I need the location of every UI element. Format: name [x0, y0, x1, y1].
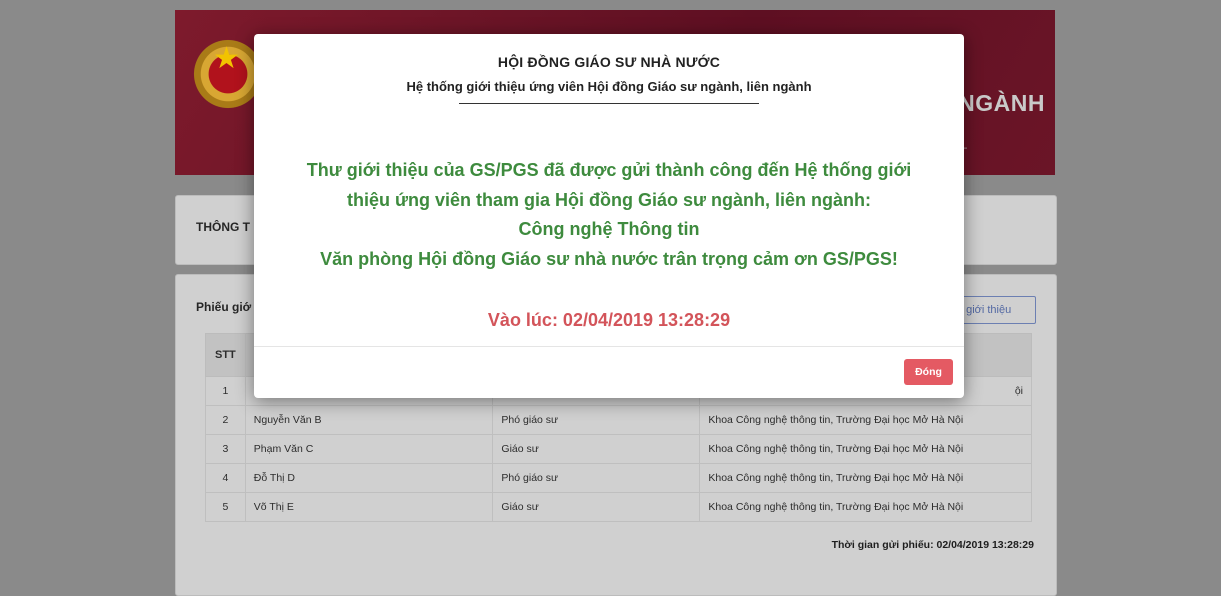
table-row: 5 Võ Thị E Giáo sư Khoa Công nghệ thông …: [205, 492, 1032, 522]
modal-success-message: Thư giới thiệu của GS/PGS đã được gửi th…: [254, 156, 964, 274]
cell-org: Khoa Công nghệ thông tin, Trường Đại học…: [699, 434, 1032, 464]
table-row: 3 Phạm Văn C Giáo sư Khoa Công nghệ thôn…: [205, 434, 1032, 464]
cell-stt: 2: [205, 405, 246, 435]
info-card-label: THÔNG T: [196, 220, 250, 234]
modal-time: Vào lúc: 02/04/2019 13:28:29: [487, 310, 731, 330]
modal-footer-divider: [254, 346, 964, 347]
modal-title-underline: [459, 103, 759, 104]
cell-stt: 3: [205, 434, 246, 464]
cell-title: Giáo sư: [492, 434, 701, 464]
table-row: 2 Nguyễn Văn B Phó giáo sư Khoa Công ngh…: [205, 405, 1032, 435]
message-line: Văn phòng Hội đồng Giáo sư nhà nước trân…: [320, 248, 898, 269]
close-button[interactable]: Đóng: [904, 359, 953, 385]
success-modal: HỘI ĐỒNG GIÁO SƯ NHÀ NƯỚC Hệ thống giới …: [254, 34, 964, 398]
cell-name: Phạm Văn C: [244, 434, 494, 464]
page: ★ NGÀNH — THÔNG T Phiếu giớ ếu giới thiệ…: [0, 0, 1221, 596]
star-icon: ★: [213, 42, 240, 75]
cell-stt: 1: [205, 376, 246, 406]
cell-org: Khoa Công nghệ thông tin, Trường Đại học…: [699, 405, 1032, 435]
cell-title: Giáo sư: [492, 492, 701, 522]
table-row: 4 Đỗ Thị D Phó giáo sư Khoa Công nghệ th…: [205, 463, 1032, 493]
cell-name: Đỗ Thị D: [244, 463, 494, 493]
modal-system-title: Hệ thống giới thiệu ứng viên Hội đồng Gi…: [406, 79, 812, 94]
cell-stt: 5: [205, 492, 246, 522]
cell-org: Khoa Công nghệ thông tin, Trường Đại học…: [699, 463, 1032, 493]
modal-org-title: HỘI ĐỒNG GIÁO SƯ NHÀ NƯỚC: [497, 54, 721, 70]
cell-name: Nguyễn Văn B: [244, 405, 494, 435]
message-line: thiệu ứng viên tham gia Hội đồng Giáo sư…: [346, 189, 872, 210]
cell-org: Khoa Công nghệ thông tin, Trường Đại học…: [699, 492, 1032, 522]
cell-title: Phó giáo sư: [492, 463, 701, 493]
cell-name: Võ Thị E: [244, 492, 494, 522]
send-time-text: Thời gian gửi phiếu: 02/04/2019 13:28:29: [831, 539, 1034, 551]
message-line: Thư giới thiệu của GS/PGS đã được gửi th…: [306, 160, 912, 180]
cell-title: Phó giáo sư: [492, 405, 701, 435]
column-header-stt: STT: [205, 333, 246, 377]
cell-stt: 4: [205, 463, 246, 493]
message-line: Công nghệ Thông tin: [518, 219, 700, 239]
banner-title: NGÀNH: [958, 90, 1045, 116]
form-card-label: Phiếu giớ: [196, 300, 252, 314]
